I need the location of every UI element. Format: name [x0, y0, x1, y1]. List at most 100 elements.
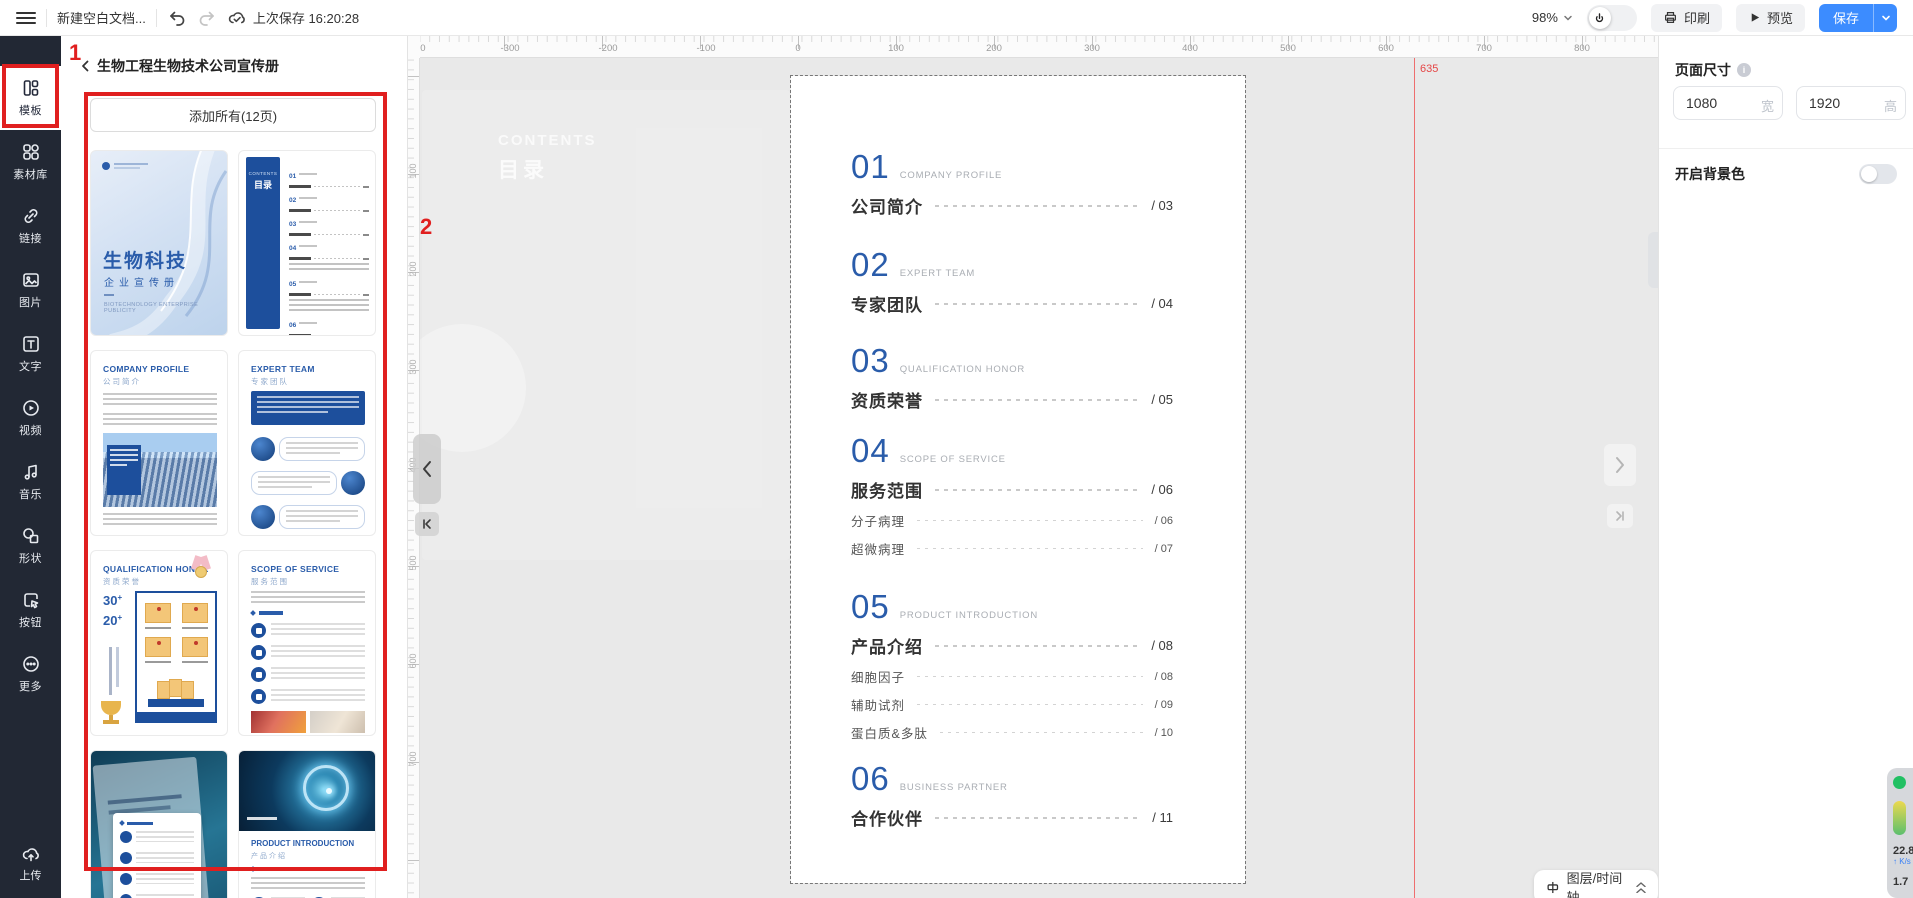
building-photo	[103, 433, 217, 507]
service-row	[251, 667, 365, 682]
sidebar-item-video[interactable]: 视频	[0, 386, 61, 450]
sidebar-item-music[interactable]: 音乐	[0, 450, 61, 514]
sidebar-item-shapes[interactable]: 形状	[0, 514, 61, 578]
layers-timeline-icon	[1546, 880, 1560, 895]
layers-timeline-button[interactable]: 图层/时间轴	[1534, 870, 1658, 898]
sidebar-item-images[interactable]: 图片	[0, 258, 61, 322]
certificate-label	[182, 661, 208, 663]
toc-en: EXPERT TEAM	[900, 268, 975, 279]
template-thumb-cover[interactable]: 生物科技 企业宣传册 BIOTECHNOLOGY ENTERPRISE PUBL…	[90, 150, 228, 336]
toc-number: 05	[851, 588, 890, 626]
toc-number: 04	[851, 432, 890, 470]
prev-page-button[interactable]	[413, 434, 441, 504]
save-dropdown[interactable]	[1873, 4, 1897, 32]
artboard-page[interactable]: 01COMPANY PROFILE 公司简介/ 03 02EXPERT TEAM…	[791, 76, 1245, 883]
page-size-label: 页面尺寸	[1675, 60, 1731, 80]
sidebar-item-label: 形状	[19, 550, 42, 566]
panel-header[interactable]: 生物工程生物技术公司宣传册	[79, 56, 391, 76]
sidebar-item-assets[interactable]: 素材库	[0, 130, 61, 194]
sidebar-item-text[interactable]: 文字	[0, 322, 61, 386]
touch-mode-toggle[interactable]	[1587, 5, 1637, 31]
cloud-check-icon	[227, 8, 247, 28]
toc-cn: 服务范围	[851, 477, 923, 502]
expert-row	[251, 469, 365, 497]
expert-avatar	[341, 471, 365, 495]
save-button[interactable]: 保存	[1819, 4, 1873, 32]
template-thumb-company-profile[interactable]: COMPANY PROFILE 公司简介	[90, 350, 228, 536]
print-button[interactable]: 印刷	[1651, 4, 1722, 32]
template-thumb-qualification-honor[interactable]: QUALIFICATION HONOR 资质荣誉 30+ 20+	[90, 550, 228, 736]
video-icon	[21, 398, 41, 418]
upload-speed-unit: ↑ K/s	[1893, 857, 1913, 866]
bullet-icon	[250, 610, 256, 616]
service-row	[251, 645, 365, 660]
undo-icon[interactable]	[167, 8, 187, 28]
camera-icon	[120, 873, 132, 885]
background-color-toggle[interactable]	[1859, 164, 1897, 184]
next-page-button[interactable]	[1604, 444, 1636, 486]
toc-item-04[interactable]: 04SCOPE OF SERVICE 服务范围/ 06 分子病理/ 06 超微病…	[851, 432, 1173, 558]
redo-icon[interactable]	[197, 8, 217, 28]
thumb-title-en: PRODUCT INTRODUCTION	[251, 839, 354, 848]
toc-item-01[interactable]: 01COMPANY PROFILE 公司简介/ 03	[851, 148, 1173, 218]
sidebar-item-links[interactable]: 链接	[0, 194, 61, 258]
sidebar-item-templates[interactable]: 模板	[0, 66, 61, 130]
template-thumb-expert-team[interactable]: EXPERT TEAM 专家团队	[238, 350, 376, 536]
preview-button[interactable]: 预览	[1736, 4, 1805, 32]
print-label: 印刷	[1684, 8, 1710, 27]
trophy-icon	[99, 701, 123, 727]
template-thumb-water-page[interactable]	[90, 750, 228, 898]
toc-page-number: / 05	[1151, 392, 1173, 407]
toc-mini-num: 06	[289, 322, 296, 329]
template-thumb-toc[interactable]: CONTENTS 目录 01 02 03 04	[238, 150, 376, 336]
toc-item-03[interactable]: 03QUALIFICATION HONOR 资质荣誉/ 05	[851, 342, 1173, 412]
first-page-button[interactable]	[415, 512, 439, 536]
ruler-label: 200	[408, 259, 418, 279]
paragraph-placeholder	[103, 393, 217, 406]
menu-icon[interactable]	[16, 12, 36, 24]
toc-page-number: / 06	[1151, 482, 1173, 497]
annotation-label-2: 2	[420, 214, 432, 240]
expert-card	[279, 505, 365, 529]
panel-collapse-handle[interactable]	[1648, 232, 1658, 288]
assets-icon	[21, 142, 41, 162]
toc-item-06[interactable]: 06BUSINESS PARTNER 合作伙伴/ 11	[851, 760, 1173, 830]
toc-en: PRODUCT INTRODUCTION	[900, 610, 1038, 621]
template-thumb-scope-of-service[interactable]: SCOPE OF SERVICE 服务范围	[238, 550, 376, 736]
add-all-pages-button[interactable]: 添加所有(12页)	[90, 98, 376, 132]
toc-item-02[interactable]: 02EXPERT TEAM 专家团队/ 04	[851, 246, 1173, 316]
tech-ring-photo	[239, 751, 375, 831]
printer-icon	[1663, 10, 1678, 25]
sidebar-item-label: 音乐	[19, 486, 42, 502]
toc-item-05[interactable]: 05PRODUCT INTRODUCTION 产品介绍/ 08 细胞因子/ 08…	[851, 588, 1173, 742]
sidebar-item-upload[interactable]: 上传	[0, 834, 61, 892]
shape-icon	[21, 526, 41, 546]
info-icon[interactable]: i	[1737, 63, 1751, 77]
guide-line[interactable]	[1414, 58, 1415, 898]
toc-sub-cn: 超微病理	[851, 539, 905, 558]
upload-speed-value: 22.8	[1893, 845, 1913, 857]
expert-card	[279, 437, 365, 461]
zoom-value: 98%	[1532, 10, 1558, 25]
save-split-button[interactable]: 保存	[1819, 4, 1897, 32]
sidebar-item-label: 链接	[19, 230, 42, 246]
system-monitor-overlay: 22.8 ↑ K/s 1.7	[1887, 768, 1913, 898]
expert-row	[251, 503, 365, 531]
toc-cn-title: 目录	[246, 178, 280, 191]
zoom-control[interactable]: 98%	[1532, 10, 1573, 25]
last-page-button[interactable]	[1607, 504, 1633, 528]
canvas-area[interactable]: CONTENTS 目录 -400 -300 -200 -100 0 100 20…	[408, 36, 1658, 898]
sidebar-item-buttons[interactable]: 按钮	[0, 578, 61, 642]
toc-mini-item: 06	[289, 314, 369, 336]
document-title[interactable]: 新建空白文档...	[57, 8, 146, 27]
toc-cn: 专家团队	[851, 291, 923, 316]
toc-mini-num: 04	[289, 245, 296, 252]
template-thumb-product-introduction[interactable]: PRODUCT INTRODUCTION 产品介绍	[238, 750, 376, 898]
ghost-contents-text: CONTENTS	[498, 132, 597, 149]
sidebar-item-label: 更多	[19, 678, 42, 694]
vertical-text-placeholder	[116, 647, 119, 687]
upload-cloud-icon	[21, 844, 41, 864]
expert-avatar	[251, 437, 275, 461]
sidebar-item-more[interactable]: 更多	[0, 642, 61, 706]
toc-page-number: / 03	[1151, 198, 1173, 213]
